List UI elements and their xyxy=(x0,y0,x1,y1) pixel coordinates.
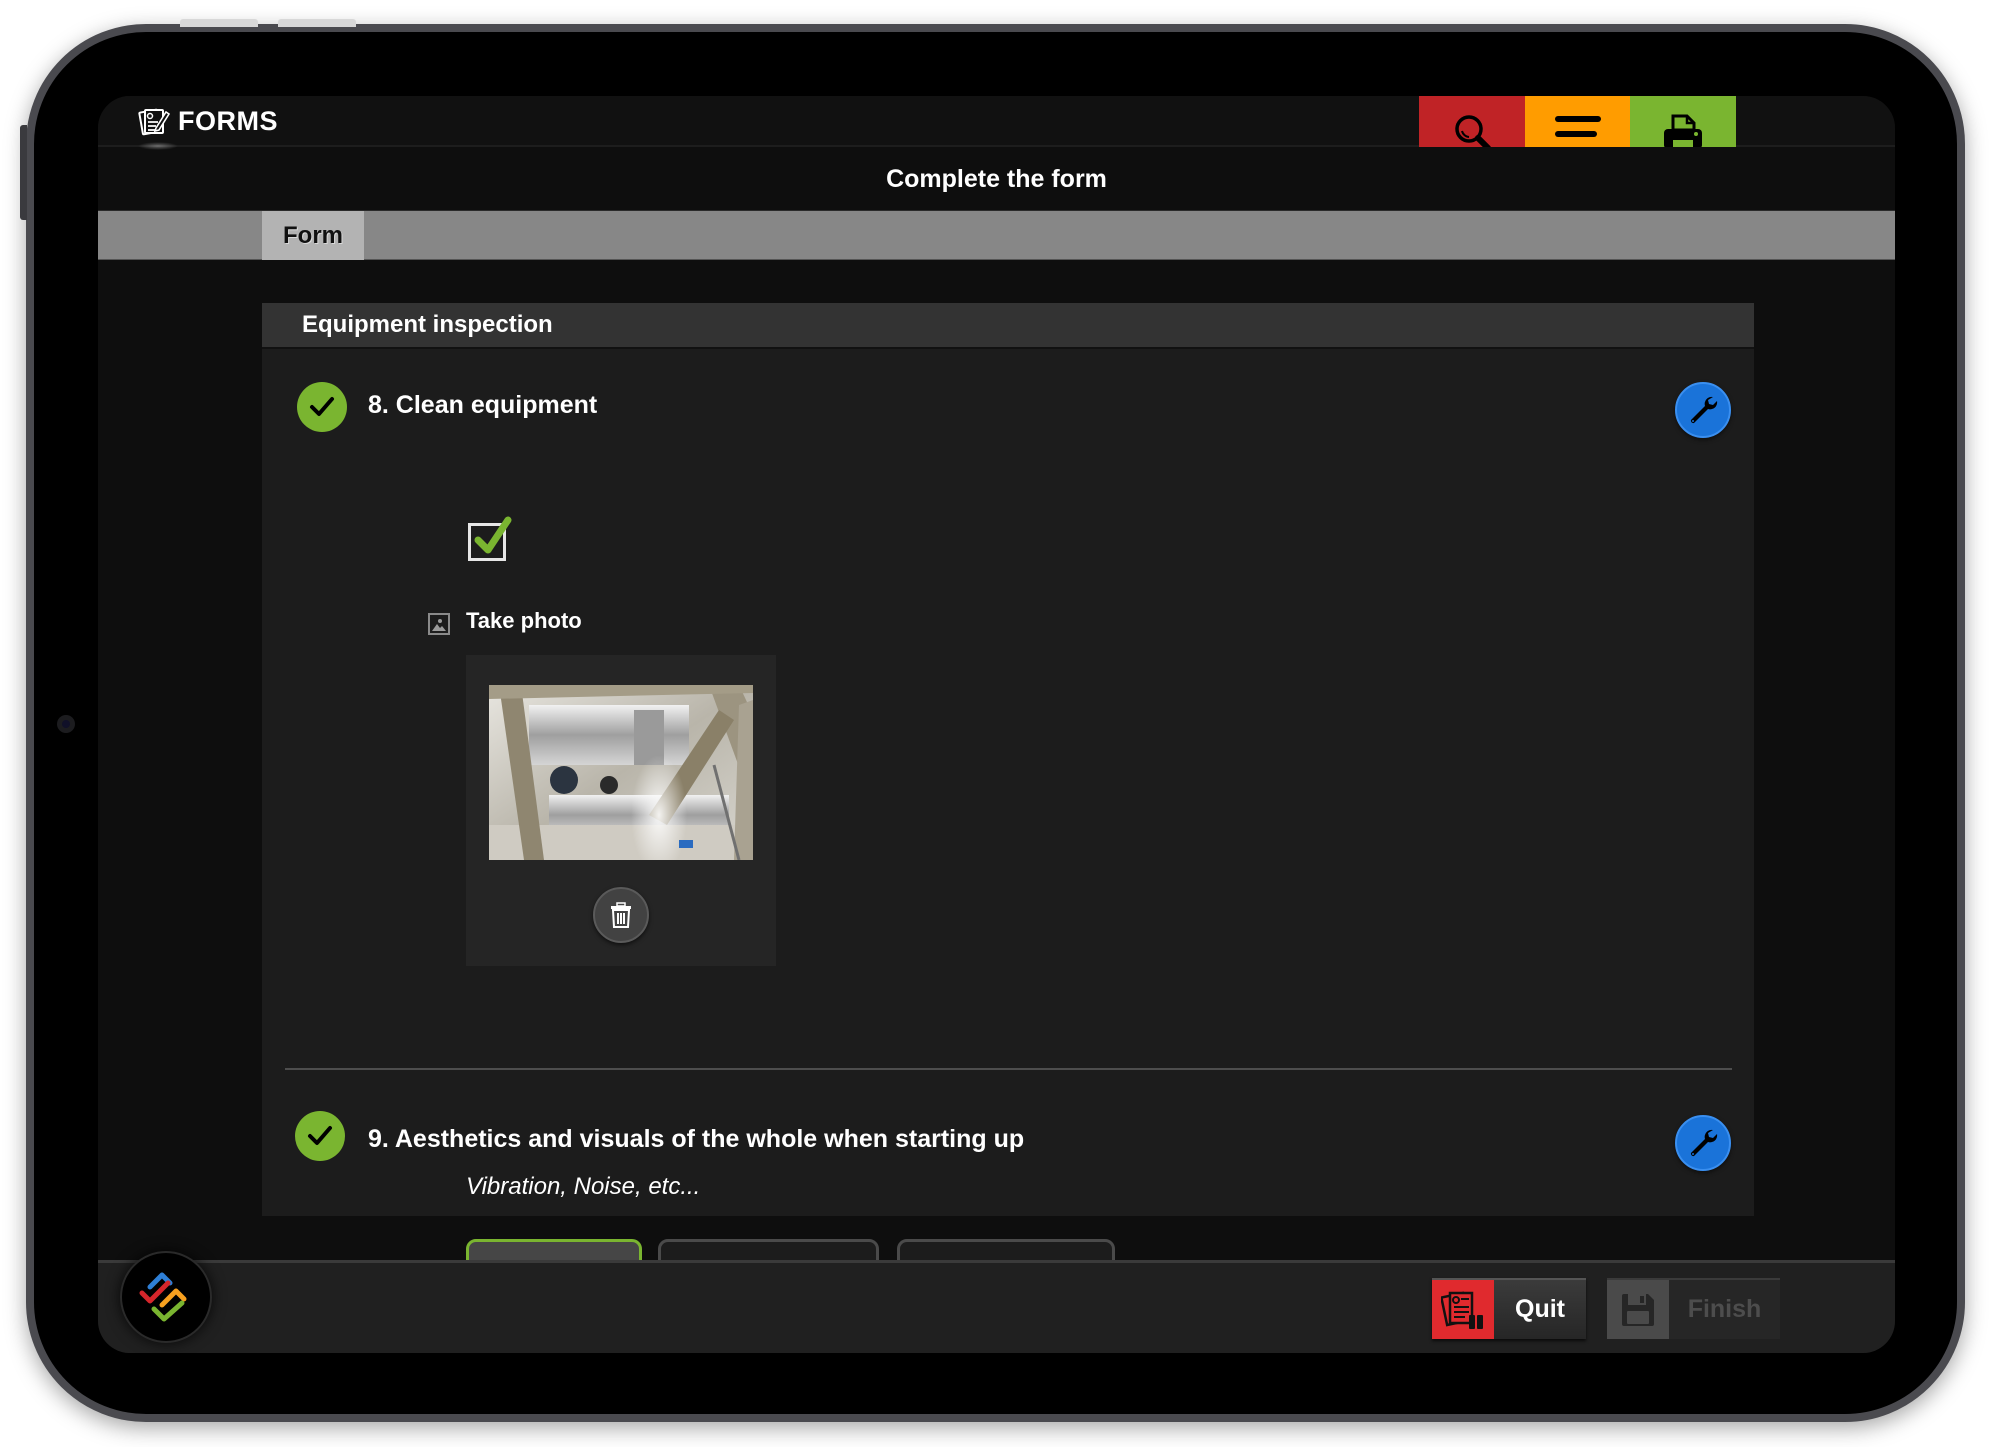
app-screen: FORMS Complete the form Form Equipment i… xyxy=(98,96,1895,1353)
checkmark-icon xyxy=(308,1126,332,1145)
menu-icon xyxy=(1555,116,1601,137)
app-title: FORMS xyxy=(138,106,278,136)
tablet-volume-button xyxy=(180,19,258,27)
save-icon xyxy=(1622,1293,1654,1326)
app-title-text: FORMS xyxy=(178,105,278,136)
app-logo-button[interactable] xyxy=(120,1251,212,1343)
question-8-complete-icon xyxy=(297,382,347,432)
take-photo-label[interactable]: Take photo xyxy=(466,608,582,634)
checkmark-icon xyxy=(474,516,512,554)
tablet-side-button xyxy=(20,125,27,220)
tab-bar: Form xyxy=(98,210,1895,260)
question-9-title: 9. Aesthetics and visuals of the whole w… xyxy=(368,1125,1025,1153)
photo-thumbnail[interactable] xyxy=(489,685,753,860)
quit-icon-area xyxy=(1432,1280,1494,1339)
question-8-checkbox[interactable] xyxy=(468,516,512,561)
menu-button[interactable] xyxy=(1525,96,1631,147)
app-logo-icon xyxy=(139,1272,187,1322)
tablet-volume-button xyxy=(278,19,356,27)
finish-icon-area xyxy=(1607,1280,1669,1339)
question-8-title: 8. Clean equipment xyxy=(368,391,598,419)
question-8-actions-button[interactable] xyxy=(1675,382,1731,438)
forms-report-icon xyxy=(1441,1291,1483,1329)
printer-icon xyxy=(1664,114,1702,147)
app-header: FORMS xyxy=(98,96,1895,150)
quit-label: Quit xyxy=(1515,1295,1565,1323)
wrench-icon xyxy=(1690,1129,1718,1157)
page-title: Complete the form xyxy=(886,164,1107,193)
search-button[interactable] xyxy=(1419,96,1525,147)
section-title: Equipment inspection xyxy=(262,303,1754,349)
question-divider xyxy=(285,1068,1732,1070)
image-icon xyxy=(428,613,450,635)
form-section-card: Equipment inspection 8. Clean equipment xyxy=(262,303,1754,1302)
search-icon xyxy=(1455,115,1491,147)
photo-container xyxy=(466,655,776,966)
question-9-actions-button[interactable] xyxy=(1675,1115,1731,1171)
delete-photo-button[interactable] xyxy=(593,887,649,943)
question-9-subtitle: Vibration, Noise, etc... xyxy=(466,1173,701,1200)
forms-clipboard-icon xyxy=(138,108,170,136)
tab-form[interactable]: Form xyxy=(262,211,364,260)
quit-button[interactable]: Quit xyxy=(1432,1278,1586,1339)
print-button[interactable] xyxy=(1630,96,1736,147)
finish-label: Finish xyxy=(1687,1295,1762,1323)
question-9-complete-icon xyxy=(295,1111,345,1161)
wrench-icon xyxy=(1690,396,1718,424)
trash-icon xyxy=(611,902,631,928)
finish-button[interactable]: Finish xyxy=(1607,1278,1780,1339)
tablet-camera xyxy=(57,715,75,733)
checkmark-icon xyxy=(310,397,334,416)
